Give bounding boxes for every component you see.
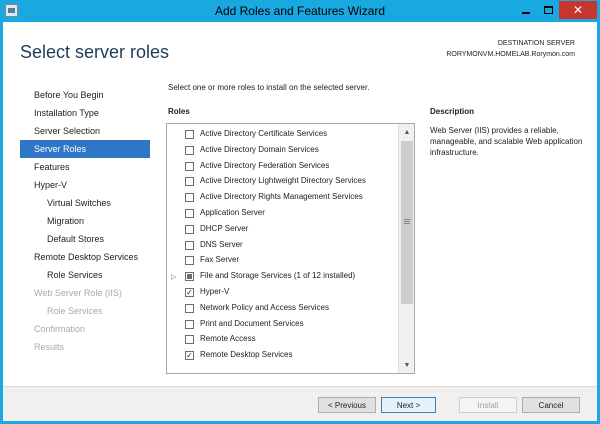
role-label: Active Directory Certificate Services [200,129,328,138]
scroll-down-arrow-icon[interactable]: ▼ [399,357,414,373]
role-label: Active Directory Rights Management Servi… [200,192,363,202]
role-row[interactable]: ✓ Hyper-V [167,285,398,301]
checkbox[interactable] [185,240,194,250]
nav-item-hyper-v[interactable]: Hyper-V [20,176,150,194]
role-row[interactable]: Fax Server [167,253,398,269]
checkbox-checked[interactable]: ✓ [185,351,194,361]
nav-item-results: Results [34,342,65,352]
minimize-icon [522,12,530,14]
role-label: Remote Access [200,334,256,344]
nav-item-iis-role-services: Role Services [47,306,103,316]
scroll-up-arrow-icon[interactable]: ▲ [399,124,414,140]
role-row[interactable]: Application Server [167,206,398,222]
nav-item-confirmation: Confirmation [34,324,86,334]
role-label: Active Directory Lightweight Directory S… [200,176,366,186]
maximize-icon [543,6,553,14]
description-heading: Description [430,107,475,116]
checkbox[interactable] [185,130,194,139]
checkbox[interactable] [185,256,194,266]
role-row[interactable]: ▷ File and Storage Services (1 of 12 inst… [167,269,398,285]
role-label: Print and Document Services [200,318,304,328]
roles-list[interactable]: Active Directory Certificate Services Act… [166,123,415,374]
nav-item-before-you-begin[interactable]: Before You Begin [20,86,150,104]
role-label: Network Policy and Access Services [200,302,329,312]
nav-item-remote-desktop-services[interactable]: Remote Desktop Services [20,248,150,266]
nav-item-features[interactable]: Features [20,158,150,176]
wizard-header: Select server roles DESTINATION SERVER R… [3,22,597,82]
role-label: Application Server [200,208,265,217]
wizard-footer: < Previous Next > Install Cancel [3,386,597,421]
role-row[interactable]: DHCP Server [167,222,398,238]
checkbox[interactable] [185,177,194,187]
wizard-client-area: Select server roles DESTINATION SERVER R… [3,22,597,421]
window-title: Add Roles and Features Wizard [214,4,386,18]
checkbox-partial[interactable] [185,272,194,282]
role-label: Hyper-V [200,287,230,296]
role-row[interactable]: Remote Access [167,332,398,348]
close-icon: ✕ [572,3,584,17]
wizard-window: Add Roles and Features Wizard ✕ Select s… [0,0,600,424]
nav-item-server-roles[interactable]: Server Roles [20,140,150,158]
roles-heading: Roles [168,107,190,116]
role-row[interactable]: Active Directory Rights Management Servi… [167,190,398,206]
close-button[interactable]: ✕ [559,1,597,19]
role-label: Remote Desktop Services [200,350,293,360]
next-button[interactable]: Next > [381,397,436,413]
role-label: DHCP Server [200,223,249,233]
nav-item-default-stores[interactable]: Default Stores [20,230,150,248]
role-label: DNS Server [200,239,243,249]
checkbox[interactable] [185,193,194,203]
title-bar[interactable]: Add Roles and Features Wizard ✕ [0,0,600,22]
destination-server-value: RORYMONVM.HOMELAB.Rorymon.com [446,51,575,58]
role-row[interactable]: DNS Server [167,238,398,254]
role-row[interactable]: Print and Document Services [167,317,398,333]
checkbox[interactable] [185,145,194,155]
nav-item-migration[interactable]: Migration [20,212,150,230]
previous-button[interactable]: < Previous [318,397,376,413]
role-row[interactable]: Active Directory Domain Services [167,143,398,159]
expand-arrow-icon[interactable]: ▷ [171,273,176,281]
nav-item-installation-type[interactable]: Installation Type [20,104,150,122]
nav-item-web-server-role: Web Server Role (IIS) [34,288,122,298]
nav-item-virtual-switches[interactable]: Virtual Switches [20,194,150,212]
roles-scrollbar[interactable]: ▲ ▼ [398,124,414,373]
destination-server-label: DESTINATION SERVER [497,40,575,47]
role-label: Active Directory Domain Services [200,144,319,154]
maximize-button[interactable] [537,1,559,19]
checkbox[interactable] [185,303,194,313]
minimize-button[interactable] [515,1,537,19]
role-row[interactable]: Active Directory Certificate Services [167,127,398,143]
checkbox[interactable] [185,319,194,329]
checkbox-checked[interactable]: ✓ [185,288,194,297]
role-label: Fax Server [200,255,240,265]
instruction-text: Select one or more roles to install on t… [168,83,370,92]
checkbox[interactable] [185,224,194,234]
install-button: Install [459,397,517,413]
description-text: Web Server (IIS) provides a reliable, ma… [430,126,583,157]
nav-item-server-selection[interactable]: Server Selection [20,122,150,140]
role-row[interactable]: Active Directory Federation Services [167,159,398,175]
role-label: Active Directory Federation Services [200,160,330,170]
checkbox[interactable] [185,335,194,345]
scroll-thumb[interactable] [401,141,413,304]
page-title: Select server roles [20,42,170,62]
checkbox[interactable] [185,209,194,218]
checkbox[interactable] [185,161,194,171]
cancel-button[interactable]: Cancel [522,397,580,413]
role-row[interactable]: Active Directory Lightweight Directory S… [167,174,398,190]
nav-item-rds-role-services[interactable]: Role Services [20,266,150,284]
role-label: File and Storage Services (1 of 12 insta… [200,271,356,281]
role-row[interactable]: Network Policy and Access Services [167,301,398,317]
role-row[interactable]: ✓ Remote Desktop Services [167,348,398,364]
